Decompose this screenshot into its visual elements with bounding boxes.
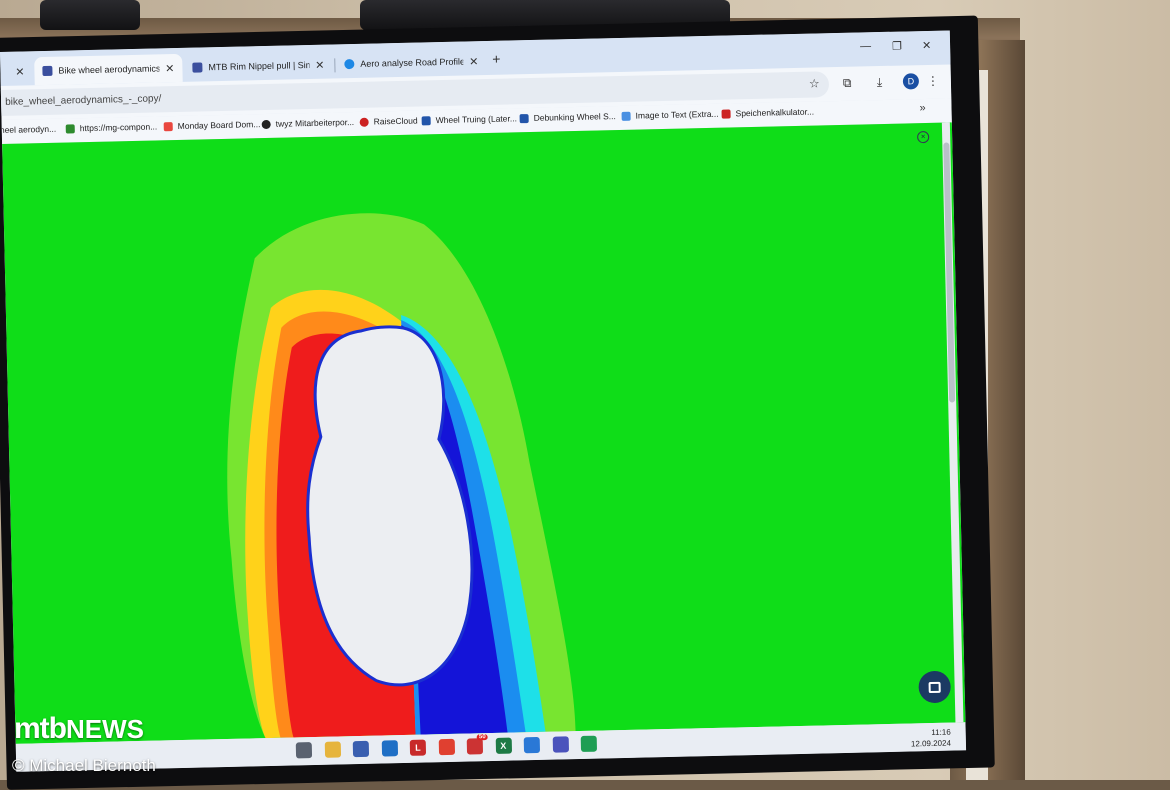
bookmark-item[interactable]: Image to Text (Extra...	[621, 109, 718, 121]
bookmark-label: Speichenkalkulator...	[735, 107, 814, 119]
logo-mtb: mtb	[14, 712, 66, 745]
notification-badge: 50	[477, 734, 488, 740]
monitor-screen: ✕ Bike wheel aerodynamics FVM ✕ MTB Rim …	[0, 30, 966, 771]
bookmark-item[interactable]: Speichenkalkulator...	[721, 107, 814, 119]
twyz-icon	[262, 119, 271, 128]
cloud-icon	[344, 59, 354, 69]
close-tab-icon[interactable]: ✕	[165, 62, 175, 75]
task-view-icon[interactable]	[296, 742, 312, 758]
minimize-icon[interactable]: —	[860, 40, 871, 52]
bookmark-item[interactable]: twyz Mitarbeiterpor...	[262, 117, 355, 129]
menu-icon[interactable]: ⋮	[927, 74, 939, 88]
bookmark-label: RaiseCloud	[374, 116, 418, 127]
bookmark-item[interactable]: Debunking Wheel S...	[520, 111, 616, 123]
tab-label: Bike wheel aerodynamics FVM	[58, 63, 159, 75]
bookmark-label: Monday Board Dom...	[178, 119, 261, 131]
logo-news: NEWS	[66, 714, 144, 744]
mtb-news-logo: mtbNEWS	[14, 712, 144, 746]
clock-date: 12.09.2024	[911, 738, 951, 750]
shelf-object	[40, 0, 140, 30]
calculator-icon	[721, 109, 730, 118]
bookmark-label: https://mg-compon...	[80, 121, 158, 133]
clock-time: 11:16	[911, 727, 951, 739]
more-bookmarks-icon[interactable]: »	[919, 102, 925, 114]
mail-icon[interactable]: 50	[467, 738, 483, 754]
teams-icon[interactable]	[552, 736, 568, 752]
tab-aero-analyse[interactable]: Aero analyse Road Profile 24 – ✕	[336, 47, 487, 78]
bookmark-item[interactable]: https://mg-compon...	[66, 121, 158, 133]
file-explorer-icon[interactable]	[324, 741, 340, 757]
l-app-icon[interactable]: L	[410, 740, 426, 756]
sheets-icon[interactable]	[581, 736, 597, 752]
tab-label: MTB Rim Nippel pull | SimScale	[208, 60, 309, 72]
wifi-icon[interactable]	[524, 737, 540, 753]
tab-label: Aero analyse Road Profile 24 –	[360, 56, 463, 68]
chat-icon	[929, 681, 941, 692]
excel-icon[interactable]: X	[495, 738, 511, 754]
bookmark-item[interactable]: Wheel Truing (Later...	[422, 113, 517, 125]
tab-bike-wheel-aerodynamics[interactable]: Bike wheel aerodynamics FVM ✕	[34, 54, 183, 85]
image-icon	[622, 111, 631, 120]
close-tab-icon[interactable]: ✕	[469, 55, 479, 68]
tab-favicon-icon	[192, 62, 202, 72]
bookmark-label: wheel aerodyn...	[0, 124, 56, 135]
wheel-icon	[422, 116, 431, 125]
photo-credit: © Michael Biernoth	[12, 756, 156, 776]
bookmark-star-icon[interactable]: ☆	[809, 76, 820, 90]
bookmark-item[interactable]: Monday Board Dom...	[164, 119, 261, 131]
bookmark-label: Image to Text (Extra...	[635, 109, 718, 121]
simulation-viewport[interactable]: ×	[2, 122, 965, 743]
flow-contour-plot	[2, 123, 955, 744]
new-tab-button[interactable]: +	[492, 51, 501, 67]
system-clock[interactable]: 11:16 12.09.2024	[911, 727, 952, 750]
bookmark-item[interactable]: wheel aerodyn...	[0, 124, 56, 135]
url-text: bike_wheel_aerodynamics_-_copy/	[5, 93, 161, 108]
close-tab-icon[interactable]: ✕	[315, 58, 325, 71]
bookmark-item[interactable]: RaiseCloud	[360, 116, 418, 127]
tab-previous[interactable]: ✕	[0, 57, 33, 86]
outlook-icon[interactable]	[381, 740, 397, 756]
close-window-icon[interactable]: ✕	[922, 39, 932, 52]
extensions-icon[interactable]: ⧉	[843, 76, 852, 91]
tab-mtb-rim-nippel[interactable]: MTB Rim Nippel pull | SimScale ✕	[184, 50, 333, 81]
bookmark-label: Wheel Truing (Later...	[436, 113, 517, 125]
close-tab-icon[interactable]: ✕	[15, 65, 25, 78]
chrome-icon[interactable]	[438, 739, 454, 755]
download-icon[interactable]: ⤓	[877, 75, 883, 90]
raisecloud-icon	[360, 117, 369, 126]
article-icon	[520, 114, 529, 123]
restore-icon[interactable]: ❐	[892, 40, 902, 53]
profile-avatar[interactable]: D	[903, 73, 919, 89]
tab-favicon-icon	[42, 66, 52, 76]
leaf-icon	[66, 124, 75, 133]
monday-icon	[164, 122, 173, 131]
bookmark-label: Debunking Wheel S...	[534, 111, 616, 123]
store-icon[interactable]	[353, 741, 369, 757]
bookmark-label: twyz Mitarbeiterpor...	[276, 117, 355, 129]
